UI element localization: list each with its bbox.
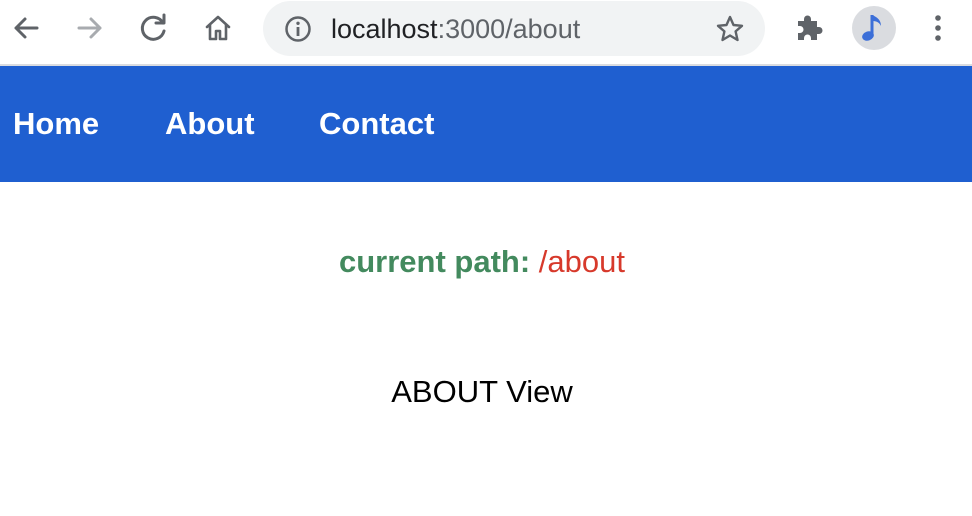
browser-toolbar: localhost:3000/about xyxy=(0,0,972,66)
reload-icon xyxy=(140,13,166,41)
forward-button[interactable] xyxy=(72,10,108,46)
view-title: ABOUT View xyxy=(391,374,573,409)
arrow-left-icon xyxy=(14,17,39,39)
info-icon[interactable] xyxy=(284,15,312,43)
nav-link-contact[interactable]: Contact xyxy=(319,106,434,142)
current-path-label: current path: xyxy=(338,244,531,279)
page-content: current path: /about ABOUT View xyxy=(0,182,972,516)
current-path-value: /about xyxy=(538,244,625,279)
music-note-icon xyxy=(862,15,881,41)
profile-avatar[interactable] xyxy=(852,6,896,50)
reload-button[interactable] xyxy=(136,10,172,46)
puzzle-icon xyxy=(798,15,823,40)
home-button[interactable] xyxy=(200,10,236,46)
nav-link-home[interactable]: Home xyxy=(13,106,99,142)
main-nav: Home About Contact xyxy=(0,66,972,182)
home-icon xyxy=(205,15,231,41)
url-text[interactable]: localhost:3000/about xyxy=(331,13,580,45)
extensions-button[interactable] xyxy=(791,10,827,46)
browser-menu-button[interactable] xyxy=(920,10,956,46)
current-path: current path: /about xyxy=(0,242,964,282)
star-icon[interactable] xyxy=(715,14,745,44)
url-host: localhost xyxy=(331,14,438,44)
arrow-right-icon xyxy=(77,17,102,39)
url-path: :3000/about xyxy=(437,14,581,44)
back-button[interactable] xyxy=(8,10,44,46)
kebab-menu-icon xyxy=(935,15,941,41)
nav-link-about[interactable]: About xyxy=(165,106,255,142)
address-bar[interactable]: localhost:3000/about xyxy=(263,1,765,56)
